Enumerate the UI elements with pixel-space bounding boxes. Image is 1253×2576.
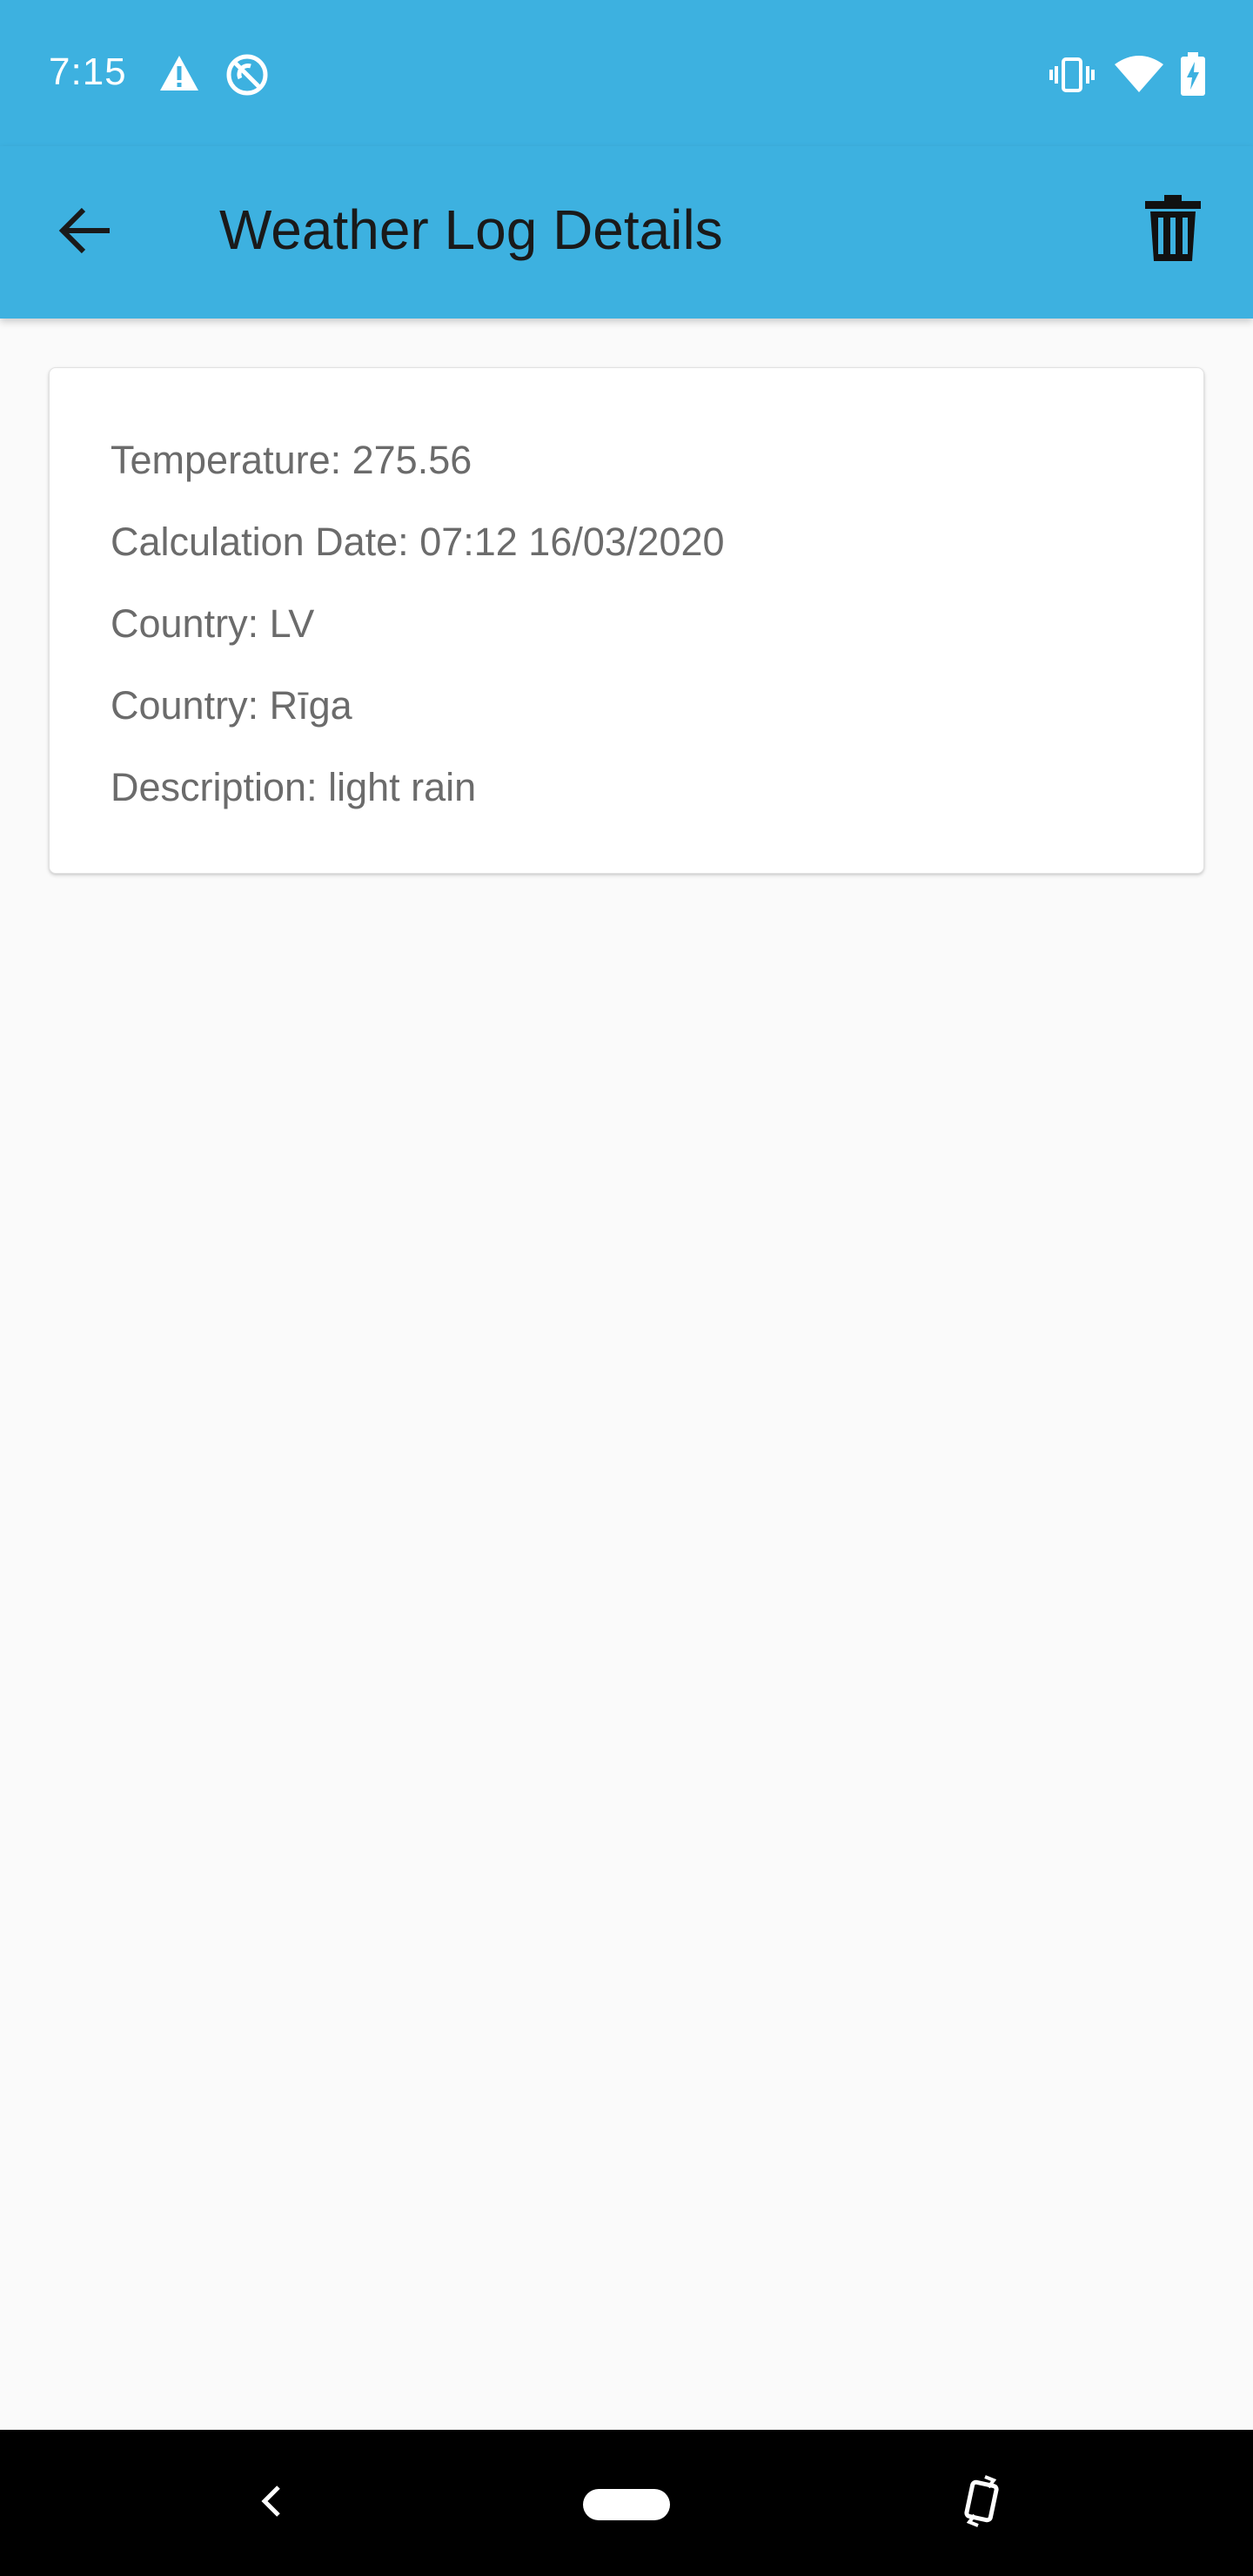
nav-back-button[interactable]	[244, 2468, 299, 2538]
temperature-text: Temperature: 275.56	[111, 438, 472, 482]
system-nav-bar	[0, 2430, 1253, 2576]
weather-log-card: Temperature: 275.56 Calculation Date: 07…	[49, 367, 1204, 874]
battery-charging-icon	[1180, 52, 1206, 100]
warning-icon	[158, 54, 200, 97]
country-text: Country: LV	[111, 601, 315, 646]
description-text: Description: light rain	[111, 765, 477, 809]
vibrate-icon	[1049, 56, 1095, 98]
rotate-button[interactable]	[954, 2468, 1009, 2538]
back-button[interactable]	[49, 196, 122, 269]
status-time: 7:15	[49, 50, 127, 93]
nav-back-icon	[261, 2484, 282, 2523]
delete-button[interactable]	[1131, 188, 1215, 272]
rotate-icon	[962, 2474, 1001, 2532]
app-bar: Weather Log Details	[0, 146, 1253, 319]
city-text: Country: Rīga	[111, 683, 352, 728]
home-button[interactable]	[583, 2489, 670, 2520]
wifi-icon	[1114, 54, 1164, 98]
trash-icon	[1145, 194, 1201, 265]
arrow-back-icon	[57, 206, 113, 259]
page-title: Weather Log Details	[219, 198, 723, 261]
calculation-date-text: Calculation Date: 07:12 16/03/2020	[111, 520, 725, 564]
blocked-sync-icon	[224, 52, 270, 102]
status-bar: 7:15	[0, 0, 1253, 146]
